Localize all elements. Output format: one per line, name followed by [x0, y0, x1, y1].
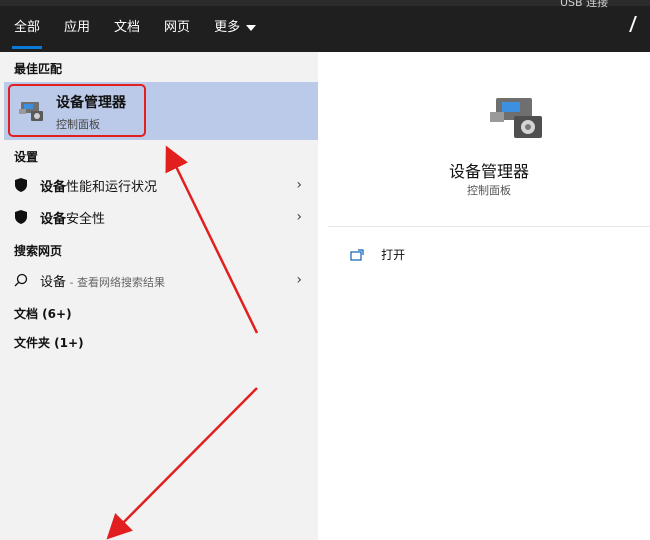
web-search-item[interactable]: 设备 - 查看网络搜索结果 ›	[0, 268, 318, 294]
best-match-heading: 最佳匹配	[14, 62, 63, 76]
setting-item-security[interactable]: 设备安全性 ›	[0, 205, 318, 231]
device-manager-icon	[490, 98, 542, 138]
open-icon	[350, 248, 364, 261]
chevron-right-icon[interactable]: ›	[296, 209, 302, 225]
chevron-right-icon[interactable]: ›	[296, 272, 302, 288]
tab-web[interactable]: 网页	[164, 18, 190, 42]
annotation-highlight-box	[8, 84, 146, 137]
results-panel: 最佳匹配 设备管理器 控制面板 设置 设备性能和运行状况 › 设备安全性 › 搜…	[0, 52, 318, 540]
tab-more[interactable]: 更多	[214, 18, 257, 42]
options-icon[interactable]	[629, 16, 647, 32]
settings-heading: 设置	[14, 150, 39, 164]
shield-icon	[15, 210, 27, 224]
tab-apps[interactable]: 应用	[64, 18, 90, 42]
divider	[328, 226, 650, 227]
chevron-right-icon[interactable]: ›	[296, 177, 302, 193]
shield-icon	[15, 178, 27, 192]
tab-all[interactable]: 全部	[11, 18, 43, 49]
peek-text: USB 连接	[560, 0, 609, 9]
chevron-down-icon	[246, 24, 257, 31]
setting-item-performance[interactable]: 设备性能和运行状况 ›	[0, 173, 318, 199]
tab-documents[interactable]: 文档	[114, 18, 140, 42]
web-search-heading: 搜索网页	[14, 244, 63, 258]
folders-heading[interactable]: 文件夹 (1+)	[14, 334, 84, 351]
search-topbar: USB 连接 全部 应用 文档 网页 更多	[0, 0, 650, 52]
documents-heading[interactable]: 文档 (6+)	[14, 305, 72, 322]
preview-title: 设备管理器	[448, 162, 529, 181]
preview-panel: 设备管理器 控制面板 打开	[328, 62, 650, 540]
filter-tabs: 全部 应用 文档 网页 更多	[11, 18, 280, 49]
search-icon	[14, 273, 28, 287]
title-strip	[0, 0, 650, 6]
open-action[interactable]: 打开	[350, 244, 405, 263]
preview-subtitle: 控制面板	[467, 184, 511, 197]
open-label: 打开	[381, 248, 406, 262]
